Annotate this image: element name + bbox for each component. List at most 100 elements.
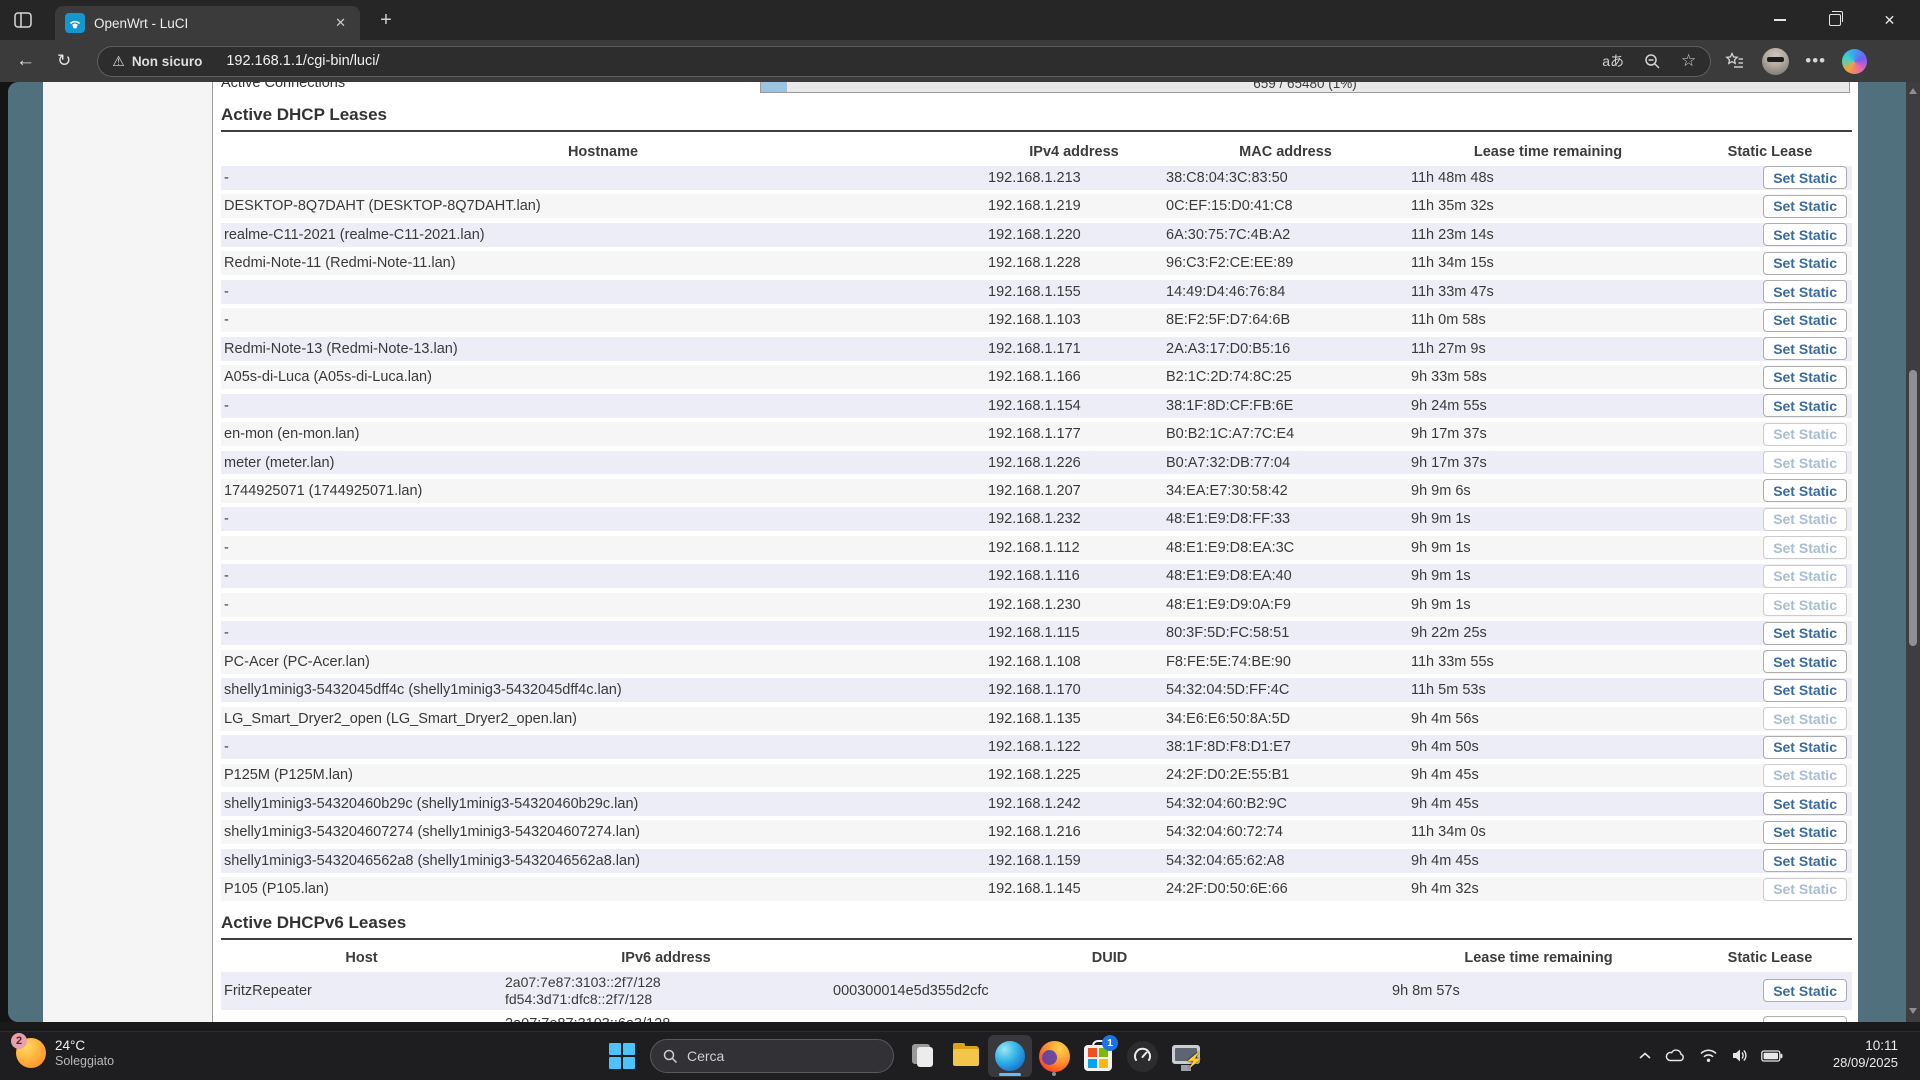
start-button[interactable] (600, 1035, 644, 1077)
set-static-button[interactable]: Set Static (1763, 309, 1847, 332)
set-static-button[interactable]: Set Static (1763, 479, 1847, 502)
set-static-button[interactable]: Set Static (1763, 736, 1847, 759)
window-close-button[interactable]: ✕ (1862, 0, 1917, 40)
zoom-out-icon[interactable] (1644, 53, 1661, 70)
ipv4-cell: 192.168.1.103 (985, 312, 1163, 328)
set-static-button[interactable]: Set Static (1763, 679, 1847, 702)
url-text[interactable]: 192.168.1.1/cgi-bin/luci/ (226, 53, 379, 69)
window-maximize-button[interactable] (1807, 0, 1862, 40)
scroll-down-arrow-icon[interactable] (1909, 1008, 1917, 1014)
lease-time-cell: 11h 0m 58s (1408, 312, 1688, 328)
lease-time-cell: 11h 34m 15s (1408, 255, 1688, 271)
ipv4-cell: 192.168.1.116 (985, 568, 1163, 584)
taskbar-search[interactable]: Cerca (650, 1039, 894, 1073)
security-label[interactable]: Non sicuro (132, 54, 203, 69)
set-static-button[interactable]: Set Static (1763, 280, 1847, 303)
dhcp-lease-row: P125M (P125M.lan)192.168.1.22524:2F:D0:2… (221, 764, 1852, 792)
luci-sidebar (43, 82, 213, 1022)
microsoft-store-icon[interactable]: 1 (1076, 1035, 1120, 1077)
hostname-cell: P125M (P125M.lan) (221, 767, 985, 783)
hostname-cell: P105 (P105.lan) (221, 881, 985, 897)
dhcp-lease-row: meter (meter.lan)192.168.1.226B0:A7:32:D… (221, 451, 1852, 479)
set-static-button[interactable]: Set Static (1763, 366, 1847, 389)
task-view-icon[interactable] (900, 1035, 944, 1077)
dhcp-leases-title: Active DHCP Leases (221, 104, 1858, 126)
static-lease-cell: Set Static (1760, 707, 1852, 730)
weather-widget[interactable]: 2 24°C Soleggiato (16, 1038, 114, 1068)
set-static-button[interactable]: Set Static (1763, 394, 1847, 417)
onedrive-cloud-icon[interactable] (1665, 1048, 1686, 1063)
taskbar-clock[interactable]: 10:11 28/09/2025 (1833, 1038, 1898, 1070)
lease-time-cell: 9h 9m 1s (1408, 511, 1688, 527)
dhcp-lease-row: -192.168.1.21338:C8:04:3C:83:5011h 48m 4… (221, 166, 1852, 194)
scrollbar-thumb[interactable] (1909, 370, 1917, 646)
scroll-up-arrow-icon[interactable] (1909, 88, 1917, 94)
set-static-button[interactable]: Set Static (1763, 337, 1847, 360)
firefox-icon[interactable] (1032, 1035, 1076, 1077)
favorites-bar-icon[interactable] (1725, 51, 1745, 71)
header-lease-time: Lease time remaining (1408, 144, 1688, 160)
hostname-cell: realme-C11-2021 (realme-C11-2021.lan) (221, 227, 985, 243)
header-hostname: Hostname (221, 144, 985, 160)
ipv4-cell: 192.168.1.220 (985, 227, 1163, 243)
static-lease-cell: Set Static (1760, 508, 1852, 531)
set-static-button[interactable]: Set Static (1763, 195, 1847, 218)
mac-cell: 0C:EF:15:D0:41:C8 (1163, 198, 1408, 214)
volume-icon[interactable] (1731, 1048, 1748, 1063)
profile-avatar[interactable] (1762, 48, 1789, 75)
set-static-button[interactable]: Set Static (1763, 650, 1847, 673)
tab-actions-icon[interactable] (12, 9, 34, 31)
dhcp-lease-row: shelly1minig3-5432045dff4c (shelly1minig… (221, 678, 1852, 706)
ipv4-cell: 192.168.1.207 (985, 483, 1163, 499)
set-static-button: Set Static (1763, 593, 1847, 616)
mac-cell: 34:EA:E7:30:58:42 (1163, 483, 1408, 499)
header-duid: DUID (830, 950, 1389, 966)
browser-scrollbar[interactable] (1906, 82, 1920, 1022)
battery-icon[interactable] (1761, 1050, 1783, 1062)
translate-icon[interactable]: aあ (1602, 51, 1624, 71)
settings-more-icon[interactable]: ••• (1805, 51, 1826, 71)
dhcp-lease-row: DESKTOP-8Q7DAHT (DESKTOP-8Q7DAHT.lan)192… (221, 194, 1852, 222)
system-monitor-icon[interactable]: ⚡ (1164, 1035, 1208, 1077)
new-tab-button[interactable]: + (374, 8, 398, 32)
ipv4-cell: 192.168.1.166 (985, 369, 1163, 385)
set-static-button: Set Static (1763, 764, 1847, 787)
reload-button[interactable]: ↻ (57, 51, 71, 71)
speedtest-gauge-icon[interactable] (1120, 1035, 1164, 1077)
dhcp-lease-row: Redmi-Note-11 (Redmi-Note-11.lan)192.168… (221, 251, 1852, 279)
mac-cell: 34:E6:E6:50:8A:5D (1163, 711, 1408, 727)
active-app-indicator (999, 1073, 1021, 1077)
set-static-button[interactable]: Set Static (1763, 166, 1847, 189)
tray-chevron-up-icon[interactable] (1638, 1051, 1652, 1061)
lease-time-cell: 11h 33m 47s (1408, 284, 1688, 300)
hostname-cell: Redmi-Note-11 (Redmi-Note-11.lan) (221, 255, 985, 271)
set-static-button[interactable]: Set Static (1763, 979, 1847, 1002)
set-static-button[interactable]: Set Static (1763, 792, 1847, 815)
browser-tab[interactable]: OpenWrt - LuCI ✕ (55, 6, 360, 40)
search-placeholder: Cerca (687, 1048, 724, 1064)
mac-cell: 48:E1:E9:D8:FF:33 (1163, 511, 1408, 527)
back-button[interactable]: ← (16, 50, 35, 72)
not-secure-warning-icon: ⚠ (112, 53, 125, 70)
close-tab-icon[interactable]: ✕ (331, 13, 350, 33)
address-bar[interactable]: ⚠ Non sicuro 192.168.1.1/cgi-bin/luci/ a… (97, 46, 1711, 77)
file-explorer-icon[interactable] (944, 1035, 988, 1077)
set-static-button[interactable]: Set Static (1763, 821, 1847, 844)
lease-time-cell: 9h 4m 45s (1408, 796, 1688, 812)
lease-time-cell: 9h 17m 37s (1408, 426, 1688, 442)
set-static-button[interactable]: Set Static (1763, 849, 1847, 872)
copilot-icon[interactable] (1842, 49, 1867, 74)
set-static-button[interactable]: Set Static (1763, 252, 1847, 275)
wifi-icon[interactable] (1699, 1048, 1718, 1063)
mac-cell: 54:32:04:65:62:A8 (1163, 853, 1408, 869)
mac-cell: 48:E1:E9:D9:0A:F9 (1163, 597, 1408, 613)
dhcp-lease-row: P105 (P105.lan)192.168.1.14524:2F:D0:50:… (221, 877, 1852, 905)
set-static-button[interactable]: Set Static (1763, 223, 1847, 246)
hostname-cell: - (221, 568, 985, 584)
window-minimize-button[interactable] (1752, 0, 1807, 40)
static-lease-cell: Set Static (1760, 337, 1852, 360)
hostname-cell: - (221, 597, 985, 613)
edge-browser-icon[interactable] (988, 1035, 1032, 1077)
set-static-button[interactable]: Set Static (1763, 622, 1847, 645)
add-favorite-star-icon[interactable]: ☆ (1681, 51, 1696, 71)
